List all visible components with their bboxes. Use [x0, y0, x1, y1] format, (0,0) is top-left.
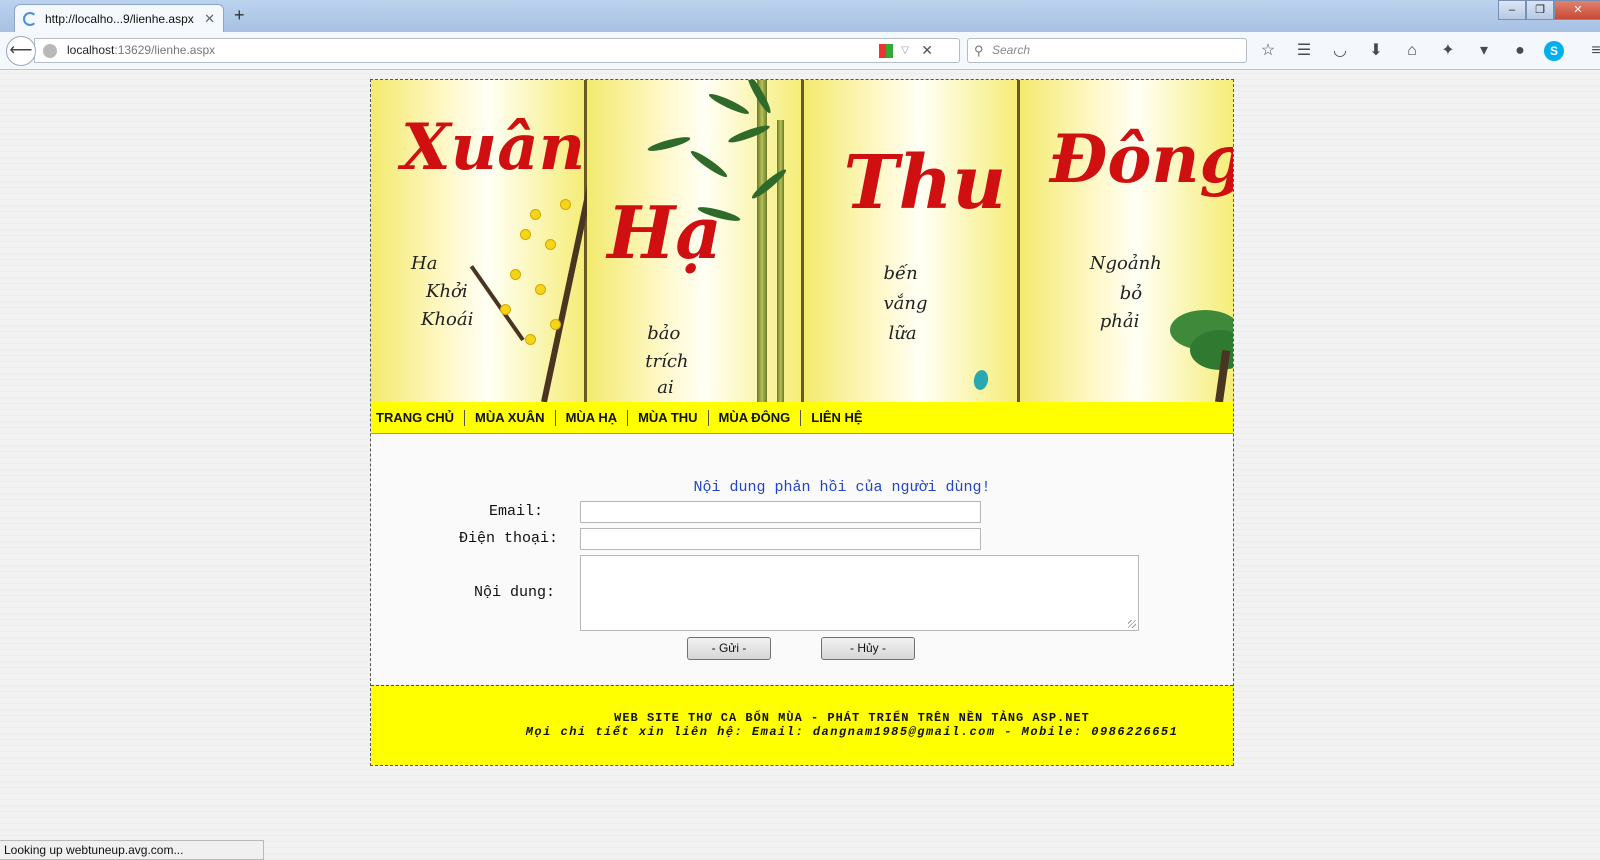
bamboo-leaf: [646, 134, 692, 154]
browser-navbar: localhost:13629/lienhe.aspx ▽ ✕ ⟵ ⚲ Sear…: [0, 32, 1600, 70]
blossom: [531, 210, 540, 219]
blossom: [551, 320, 560, 329]
calligraphy-sub: Ngoảnh: [1089, 253, 1162, 274]
address-bar[interactable]: localhost:13629/lienhe.aspx ▽ ✕: [34, 38, 960, 63]
chat-icon[interactable]: ●: [1508, 40, 1532, 62]
close-tab-icon[interactable]: ✕: [204, 11, 215, 27]
search-input[interactable]: ⚲ Search: [967, 38, 1247, 63]
calligraphy-sub: phải: [1099, 311, 1140, 332]
calligraphy-sub: bến: [883, 263, 918, 284]
email-label: Email:: [489, 503, 544, 520]
blossom: [511, 270, 520, 279]
calligraphy-title: Xuân: [401, 110, 586, 185]
search-placeholder: Search: [992, 43, 1031, 57]
phone-label: Điện thoại:: [459, 530, 559, 547]
search-icon: ⚲: [974, 43, 984, 58]
loading-spinner-icon: [23, 11, 37, 26]
banner-panel-winter: Đông Ngoảnh bỏ phải: [1019, 80, 1233, 402]
blossom: [521, 230, 530, 239]
footer-contact: Mọi chi tiết xin liên hệ: Email: dangnam…: [525, 725, 1179, 739]
url-host: localhost: [67, 43, 115, 57]
bamboo-leaf: [688, 148, 730, 180]
calligraphy-sub: lữa: [888, 323, 917, 344]
menu-item-trang-chu[interactable]: TRANG CHỦ: [376, 409, 465, 426]
stop-icon[interactable]: ✕: [921, 39, 933, 62]
blossom: [536, 285, 545, 294]
main-menu: TRANG CHỦ MÙA XUÂN MÙA HẠ MÙA THU MÙA ĐÔ…: [371, 402, 1233, 434]
bamboo-leaf: [707, 91, 751, 117]
site-footer: WEB SITE THƠ CA BỐN MÙA - PHÁT TRIỂN TRÊ…: [371, 685, 1233, 765]
flower-stem: [971, 368, 990, 392]
menu-item-mua-thu[interactable]: MÙA THU: [628, 409, 709, 426]
calligraphy-sub: bảo: [647, 323, 681, 344]
globe-icon: [43, 44, 57, 58]
home-icon[interactable]: ⌂: [1400, 40, 1424, 62]
submit-button[interactable]: - Gửi -: [687, 637, 771, 660]
calligraphy-title: Đông: [1049, 120, 1233, 198]
calligraphy-sub: Ha: [411, 253, 438, 274]
new-tab-button[interactable]: +: [234, 5, 245, 26]
site-container: Xuân Ha Khởi Khoái Hạ bảo trích ai Thu b…: [370, 79, 1234, 766]
calligraphy-sub: trích: [645, 351, 689, 372]
dropdown-arrow-icon[interactable]: ▽: [901, 39, 909, 62]
calligraphy-sub: ai: [657, 377, 674, 398]
tab-title: http://localho...9/lienhe.aspx: [45, 11, 194, 26]
url-path: :13629/lienhe.aspx: [114, 43, 216, 57]
phone-field[interactable]: [580, 528, 981, 550]
bamboo-stem: [777, 120, 785, 402]
menu-item-lien-he[interactable]: LIÊN HỆ: [801, 410, 872, 426]
calligraphy-title: Thu: [843, 140, 1007, 226]
extension-icon[interactable]: ✦: [1436, 40, 1460, 62]
menu-item-mua-dong[interactable]: MÙA ĐÔNG: [709, 409, 802, 426]
skype-icon[interactable]: S: [1544, 41, 1564, 61]
banner-panel-summer: Hạ bảo trích ai: [587, 80, 804, 402]
blossom: [561, 200, 570, 209]
banner-panel-spring: Xuân Ha Khởi Khoái: [371, 80, 596, 402]
form-title: Nội dung phản hồi của người dùng!: [693, 479, 991, 496]
content-label: Nội dung:: [474, 584, 556, 601]
blossom: [501, 305, 510, 314]
email-field[interactable]: [580, 501, 981, 523]
banner-image: Xuân Ha Khởi Khoái Hạ bảo trích ai Thu b…: [371, 80, 1233, 402]
browser-status-bar: Looking up webtuneup.avg.com...: [0, 840, 264, 860]
calligraphy-sub: bỏ: [1119, 283, 1143, 304]
browser-titlebar: http://localho...9/lienhe.aspx ✕ + – ❐ ✕: [0, 0, 1600, 32]
footer-title: WEB SITE THƠ CA BỐN MÙA - PHÁT TRIỂN TRÊ…: [614, 711, 1090, 725]
download-icon[interactable]: ⬇: [1364, 40, 1388, 62]
star-icon[interactable]: ☆: [1256, 40, 1280, 62]
windows-flag-icon[interactable]: [879, 44, 893, 58]
dropdown-icon[interactable]: ▾: [1472, 40, 1496, 62]
pocket-icon[interactable]: ◡: [1328, 40, 1352, 62]
contact-form: Nội dung phản hồi của người dùng! Email:…: [371, 434, 1233, 684]
back-button[interactable]: ⟵: [6, 36, 36, 66]
minimize-button[interactable]: –: [1498, 0, 1526, 20]
menu-icon[interactable]: ≡: [1584, 40, 1600, 62]
content-textarea[interactable]: [580, 555, 1139, 631]
restore-button[interactable]: ❐: [1526, 0, 1554, 20]
blossom: [526, 335, 535, 344]
calligraphy-sub: Khoái: [421, 309, 474, 330]
close-window-button[interactable]: ✕: [1554, 0, 1600, 20]
toolbar-icons: ☆ ☰ ◡ ⬇ ⌂ ✦ ▾ ● S ≡: [1256, 40, 1600, 62]
browser-tab[interactable]: http://localho...9/lienhe.aspx ✕: [14, 4, 224, 32]
cancel-button[interactable]: - Hủy -: [821, 637, 915, 660]
calligraphy-sub: vắng: [883, 293, 928, 314]
window-controls: – ❐ ✕: [1498, 0, 1600, 20]
menu-item-mua-ha[interactable]: MÙA HẠ: [556, 409, 629, 426]
banner-panel-autumn: Thu bến vắng lữa: [803, 80, 1020, 402]
menu-item-mua-xuan[interactable]: MÙA XUÂN: [465, 409, 556, 426]
calligraphy-title: Hạ: [607, 190, 722, 275]
resize-grip-icon[interactable]: [1128, 620, 1136, 628]
reading-list-icon[interactable]: ☰: [1292, 40, 1316, 62]
calligraphy-sub: Khởi: [426, 281, 468, 302]
blossom: [546, 240, 555, 249]
